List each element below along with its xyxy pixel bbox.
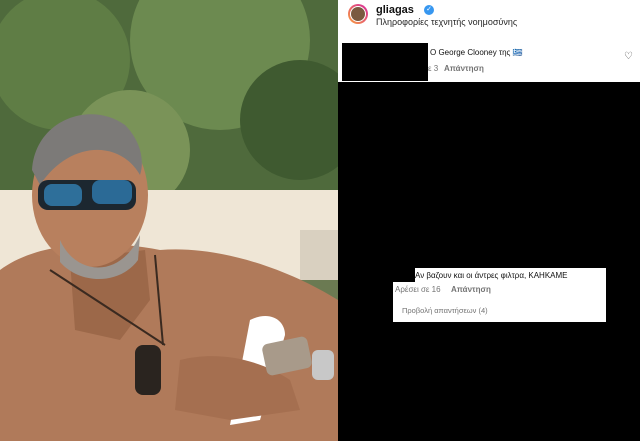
view-replies-button[interactable]: Προβολή απαντήσεων (4) bbox=[402, 306, 488, 315]
post-header: gliagas ✓ Πληροφορίες τεχνητής νοημοσύνη… bbox=[338, 0, 640, 30]
likes-count[interactable]: Αρέσει σε 16 bbox=[395, 285, 441, 294]
redaction-block bbox=[393, 268, 415, 282]
photo-illustration bbox=[0, 0, 338, 441]
comment-text: Αν βαζουν και οι άντρες φιλτρα, ΚΑΗΚΑΜΕ bbox=[415, 271, 568, 280]
redaction-block bbox=[338, 82, 640, 269]
ai-info-label[interactable]: Πληροφορίες τεχνητής νοημοσύνης bbox=[376, 17, 517, 27]
avatar-image bbox=[350, 6, 366, 22]
redaction-block bbox=[606, 269, 640, 441]
redaction-block bbox=[393, 322, 606, 441]
heart-icon[interactable]: ♡ bbox=[624, 51, 633, 62]
comment-block: Αν βαζουν και οι άντρες φιλτρα, ΚΑΗΚΑΜΕ … bbox=[393, 268, 606, 322]
redaction-block bbox=[338, 269, 393, 441]
comment-text: O George Clooney της 🇬🇷 bbox=[430, 48, 523, 57]
username[interactable]: gliagas bbox=[376, 4, 414, 16]
reply-button[interactable]: Απάντηση bbox=[451, 285, 491, 294]
comments-panel: gliagas ✓ Πληροφορίες τεχνητής νοημοσύνη… bbox=[338, 0, 640, 441]
avatar[interactable] bbox=[348, 4, 368, 24]
verified-badge-icon: ✓ bbox=[424, 5, 434, 15]
comment-meta: ε 3 bbox=[428, 64, 439, 73]
reply-button[interactable]: Απάντηση bbox=[444, 64, 484, 73]
post-photo bbox=[0, 0, 338, 441]
redaction-block bbox=[342, 43, 428, 81]
